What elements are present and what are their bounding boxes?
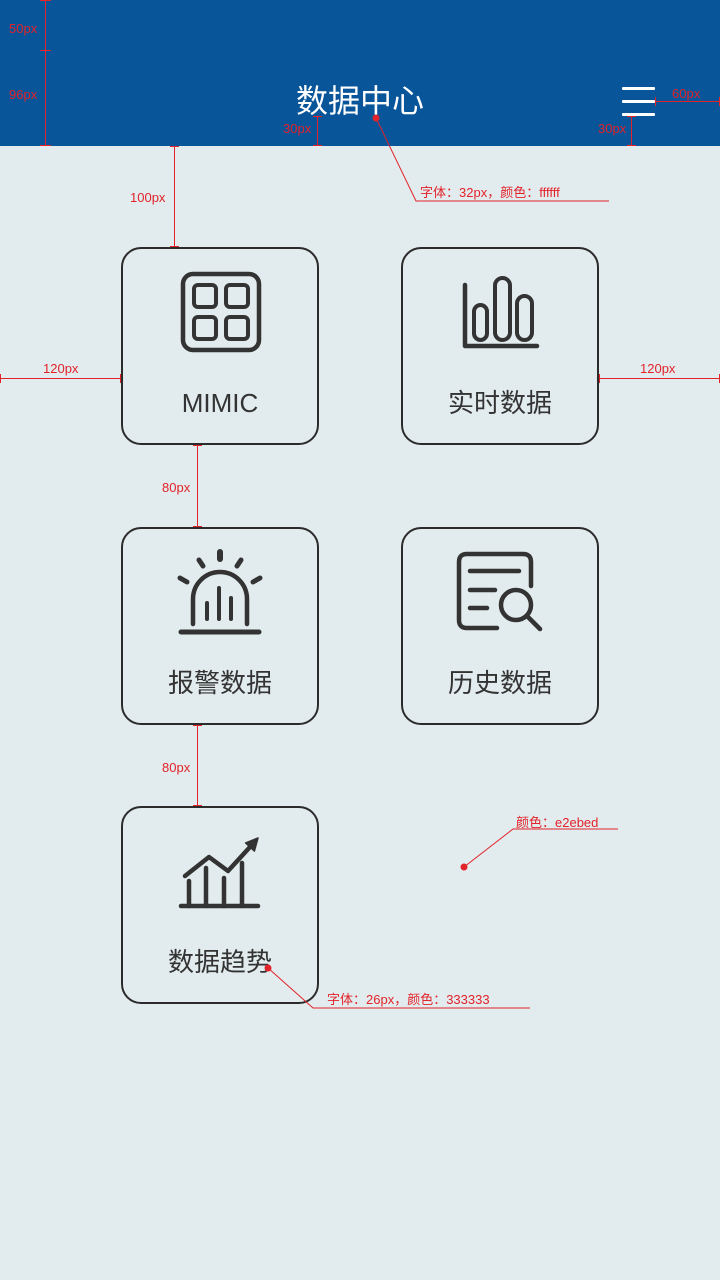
label-style-note: 字体：26px，颜色：333333: [327, 992, 490, 1007]
left-margin-dimension-label: 120px: [43, 361, 79, 376]
document-search-icon: [456, 551, 543, 632]
header-bar: 数据中心: [0, 0, 720, 146]
tile-label: 数据趋势: [167, 947, 272, 977]
tile-data-trend[interactable]: 数据趋势: [121, 806, 319, 1004]
background-style-note: 颜色：e2ebed: [516, 815, 599, 830]
tile-history-data[interactable]: 历史数据: [401, 527, 599, 725]
tile-alarm-data[interactable]: 报警数据: [121, 527, 319, 725]
title-style-note: 字体：32px，颜色：ffffff: [420, 185, 560, 200]
tile-label: MIMIC: [181, 388, 259, 418]
grid-icon: [180, 271, 262, 353]
right-margin-dimension-line: [599, 374, 720, 383]
row-gap-dimension-label-1: 80px: [162, 480, 191, 495]
hamburger-menu-icon-bottom-line: [622, 113, 655, 116]
row-gap-dimension-label-2: 80px: [162, 760, 191, 775]
right-margin-dimension-label: 120px: [640, 361, 676, 376]
page-title: 数据中心: [295, 83, 424, 119]
header-to-tiles-dimension-label: 100px: [130, 190, 166, 205]
tile-realtime-data[interactable]: 实时数据: [401, 247, 599, 445]
background-style-marker-dot: [460, 863, 468, 871]
data-center-screen: 数据中心 MIMIC 实时数据 报警数据 历史数据 数据趋势 50px 96px…: [0, 0, 720, 1280]
tile-label: 实时数据: [447, 388, 552, 418]
spec-annotation-lines: [0, 0, 720, 1009]
header-to-tiles-dimension-line: [170, 146, 179, 247]
left-margin-dimension-line: [0, 374, 121, 383]
tile-label: 历史数据: [447, 668, 552, 698]
row-gap-dimension-line-1: [193, 445, 202, 527]
background-style-leader-line: [463, 828, 618, 868]
hamburger-menu-icon: [622, 87, 655, 90]
bar-chart-icon: [462, 276, 540, 349]
row-gap-dimension-line-2: [193, 725, 202, 806]
menu-button[interactable]: [616, 82, 661, 122]
tile-label: 报警数据: [167, 668, 272, 698]
hamburger-menu-icon-middle-line: [622, 100, 655, 103]
tile-mimic[interactable]: MIMIC: [121, 247, 319, 445]
alarm-siren-icon: [177, 549, 263, 635]
trend-chart-icon: [178, 837, 261, 909]
